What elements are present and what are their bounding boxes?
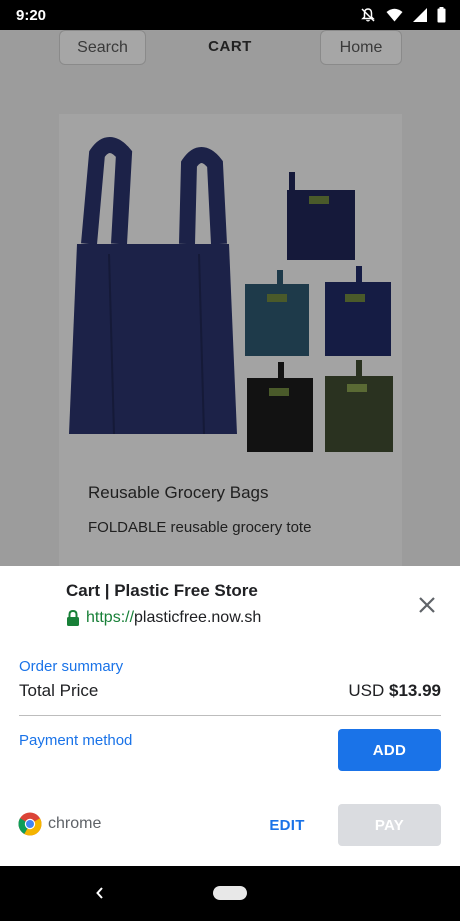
- divider: [19, 715, 441, 716]
- close-button[interactable]: [414, 592, 440, 618]
- payment-sheet: Cart | Plastic Free Store https://plasti…: [0, 566, 460, 866]
- product-description: FOLDABLE reusable grocery tote: [88, 519, 312, 536]
- sheet-url: https://plasticfree.now.sh: [66, 609, 261, 627]
- navigation-bar: [0, 866, 460, 921]
- order-summary-link[interactable]: Order summary: [19, 658, 123, 675]
- reusable-grocery-bags-image: [69, 137, 393, 452]
- status-bar: 9:20: [0, 0, 460, 30]
- chrome-brand-label: chrome: [48, 815, 102, 832]
- signal-icon: [413, 8, 427, 22]
- total-amount: $13.99: [389, 681, 441, 700]
- close-icon: [419, 597, 435, 613]
- total-value: USD $13.99: [348, 681, 441, 701]
- status-time: 9:20: [16, 6, 47, 24]
- battery-icon: [437, 7, 446, 23]
- home-pill-icon[interactable]: [213, 886, 247, 900]
- store-page: Search CART Home Reusable Grocery Bags F…: [0, 30, 460, 570]
- notifications-off-icon: [360, 7, 376, 23]
- back-button[interactable]: [90, 883, 110, 903]
- payment-method-link[interactable]: Payment method: [19, 732, 132, 749]
- edit-button[interactable]: EDIT: [255, 806, 319, 844]
- url-host: plasticfree.now.sh: [134, 609, 262, 626]
- page-header: Search CART Home: [0, 30, 460, 90]
- chrome-icon: [18, 812, 42, 836]
- lock-icon: [66, 610, 80, 626]
- home-button[interactable]: Home: [320, 30, 402, 65]
- total-label: Total Price: [19, 681, 99, 700]
- sheet-title: Cart | Plastic Free Store: [66, 581, 258, 600]
- wifi-icon: [386, 8, 403, 22]
- url-scheme: https://: [86, 609, 135, 626]
- product-title: Reusable Grocery Bags: [88, 483, 269, 502]
- currency-label: USD: [348, 681, 385, 700]
- product-card[interactable]: Reusable Grocery Bags FOLDABLE reusable …: [59, 114, 402, 570]
- back-icon: [96, 887, 103, 899]
- add-payment-button[interactable]: ADD: [338, 729, 441, 771]
- pay-button[interactable]: PAY: [338, 804, 441, 846]
- status-icons: [360, 7, 446, 23]
